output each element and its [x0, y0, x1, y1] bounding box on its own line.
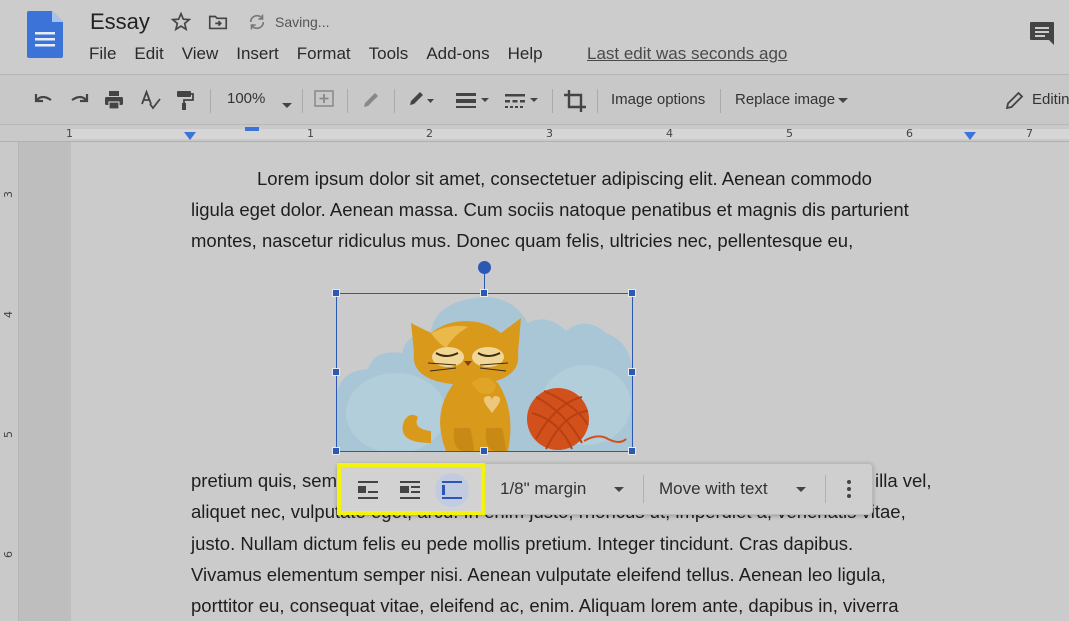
- toolbar-divider: [597, 89, 598, 113]
- resize-handle-top-left[interactable]: [332, 289, 340, 297]
- ruler-number: 6: [906, 127, 913, 140]
- first-line-indent-marker[interactable]: [245, 127, 259, 131]
- right-indent-marker[interactable]: [964, 132, 976, 140]
- resize-handle-left[interactable]: [332, 368, 340, 376]
- more-options-icon[interactable]: [847, 480, 851, 498]
- in-line-icon: [358, 481, 378, 499]
- border-dash-icon[interactable]: [503, 89, 543, 111]
- menu-bar: File Edit View Insert Format Tools Add-o…: [89, 44, 561, 64]
- menu-addons[interactable]: Add-ons: [426, 44, 489, 64]
- in-line-button[interactable]: [351, 473, 385, 507]
- toolbar-divider: [394, 89, 395, 113]
- redo-icon[interactable]: [68, 89, 90, 111]
- menu-file[interactable]: File: [89, 44, 116, 64]
- replace-image-label: Replace image: [735, 91, 836, 108]
- vertical-ruler-number: 4: [2, 311, 15, 318]
- edit-pen-icon[interactable]: [360, 89, 382, 111]
- menu-edit[interactable]: Edit: [134, 44, 163, 64]
- toolbar-divider: [825, 475, 826, 503]
- position-select[interactable]: Move with text: [659, 479, 768, 499]
- margin-dropdown-icon[interactable]: [613, 486, 625, 493]
- vertical-ruler-number: 6: [2, 551, 15, 558]
- ruler-number: 5: [786, 127, 793, 140]
- comment-icon[interactable]: [1028, 20, 1056, 46]
- menu-format[interactable]: Format: [297, 44, 351, 64]
- replace-image-dropdown-icon: [838, 97, 849, 103]
- last-edit-link[interactable]: Last edit was seconds ago: [587, 44, 787, 64]
- move-folder-icon[interactable]: [207, 11, 229, 33]
- zoom-dropdown-icon[interactable]: [279, 97, 292, 119]
- ruler-number: 4: [666, 127, 673, 140]
- app-header: Essay Saving... File Edit View Insert Fo…: [0, 0, 1069, 74]
- break-text-icon: [442, 481, 462, 499]
- break-text-button[interactable]: [435, 473, 469, 507]
- paragraph-line[interactable]: Vivamus elementum semper nisi. Aenean vu…: [191, 564, 886, 586]
- toolbar-divider: [643, 475, 644, 503]
- paragraph-line[interactable]: porttitor eu, consequat vitae, eleifend …: [191, 595, 899, 617]
- paragraph-line-partial[interactable]: illa vel,: [875, 470, 932, 492]
- resize-handle-bottom[interactable]: [480, 447, 488, 455]
- ruler-number: 3: [546, 127, 553, 140]
- ruler-track: [70, 129, 1069, 139]
- zoom-select[interactable]: 100%: [227, 90, 265, 107]
- vertical-ruler-number: 3: [2, 191, 15, 198]
- editing-mode-button[interactable]: Editing: [1032, 91, 1069, 108]
- print-icon[interactable]: [103, 89, 125, 111]
- ruler-number: 7: [1026, 127, 1033, 140]
- ruler-number: 1: [307, 127, 314, 140]
- resize-handle-right[interactable]: [628, 368, 636, 376]
- resize-handle-top[interactable]: [480, 289, 488, 297]
- toolbar-divider: [347, 89, 348, 113]
- menu-help[interactable]: Help: [508, 44, 543, 64]
- paragraph-line[interactable]: justo. Nullam dictum felis eu pede molli…: [191, 533, 853, 555]
- save-status: Saving...: [275, 14, 330, 30]
- border-weight-icon[interactable]: [454, 89, 494, 111]
- resize-handle-bottom-left[interactable]: [332, 447, 340, 455]
- editing-pencil-icon[interactable]: [1004, 89, 1026, 111]
- toolbar-divider: [720, 89, 721, 113]
- menu-tools[interactable]: Tools: [369, 44, 409, 64]
- page-gutter: [19, 142, 71, 621]
- paragraph-line[interactable]: montes, nascetur ridiculus mus. Donec qu…: [191, 230, 853, 252]
- image-selection-frame: [336, 293, 633, 452]
- paragraph-line-partial[interactable]: pretium quis, sem: [191, 470, 337, 492]
- paragraph-line[interactable]: ligula eget dolor. Aenean massa. Cum soc…: [191, 199, 909, 221]
- document-title[interactable]: Essay: [90, 9, 150, 35]
- star-icon[interactable]: [170, 11, 192, 33]
- menu-view[interactable]: View: [182, 44, 219, 64]
- menu-insert[interactable]: Insert: [236, 44, 279, 64]
- border-color-icon[interactable]: [407, 89, 435, 111]
- docs-logo-icon[interactable]: [27, 11, 63, 58]
- vertical-ruler[interactable]: 3 4 5 6: [0, 142, 19, 621]
- position-dropdown-icon[interactable]: [795, 486, 807, 493]
- paint-format-icon[interactable]: [174, 89, 196, 111]
- wrap-text-icon: [400, 481, 420, 499]
- undo-icon[interactable]: [33, 89, 55, 111]
- sync-icon: [249, 14, 265, 30]
- ruler-number: 2: [426, 127, 433, 140]
- paragraph-line[interactable]: Lorem ipsum dolor sit amet, consectetuer…: [257, 168, 872, 190]
- rotate-handle[interactable]: [478, 261, 491, 274]
- add-comment-icon[interactable]: [313, 89, 335, 111]
- image-options-button[interactable]: Image options: [611, 91, 705, 108]
- left-indent-marker[interactable]: [184, 132, 196, 140]
- horizontal-ruler[interactable]: 1 1 2 3 4 5 6 7: [0, 124, 1069, 142]
- spellcheck-icon[interactable]: [139, 89, 161, 111]
- toolbar-divider: [552, 89, 553, 113]
- crop-icon[interactable]: [563, 89, 587, 112]
- vertical-ruler-number: 5: [2, 431, 15, 438]
- replace-image-button[interactable]: Replace image: [735, 91, 849, 108]
- wrap-text-button[interactable]: [393, 473, 427, 507]
- main-toolbar: 100% Image options Replace image Editing: [0, 74, 1069, 124]
- resize-handle-top-right[interactable]: [628, 289, 636, 297]
- margin-select[interactable]: 1/8" margin: [500, 479, 586, 499]
- zoom-value: 100%: [227, 90, 266, 107]
- ruler-number: 1: [66, 127, 73, 140]
- toolbar-divider: [210, 89, 211, 113]
- toolbar-divider: [302, 89, 303, 113]
- resize-handle-bottom-right[interactable]: [628, 447, 636, 455]
